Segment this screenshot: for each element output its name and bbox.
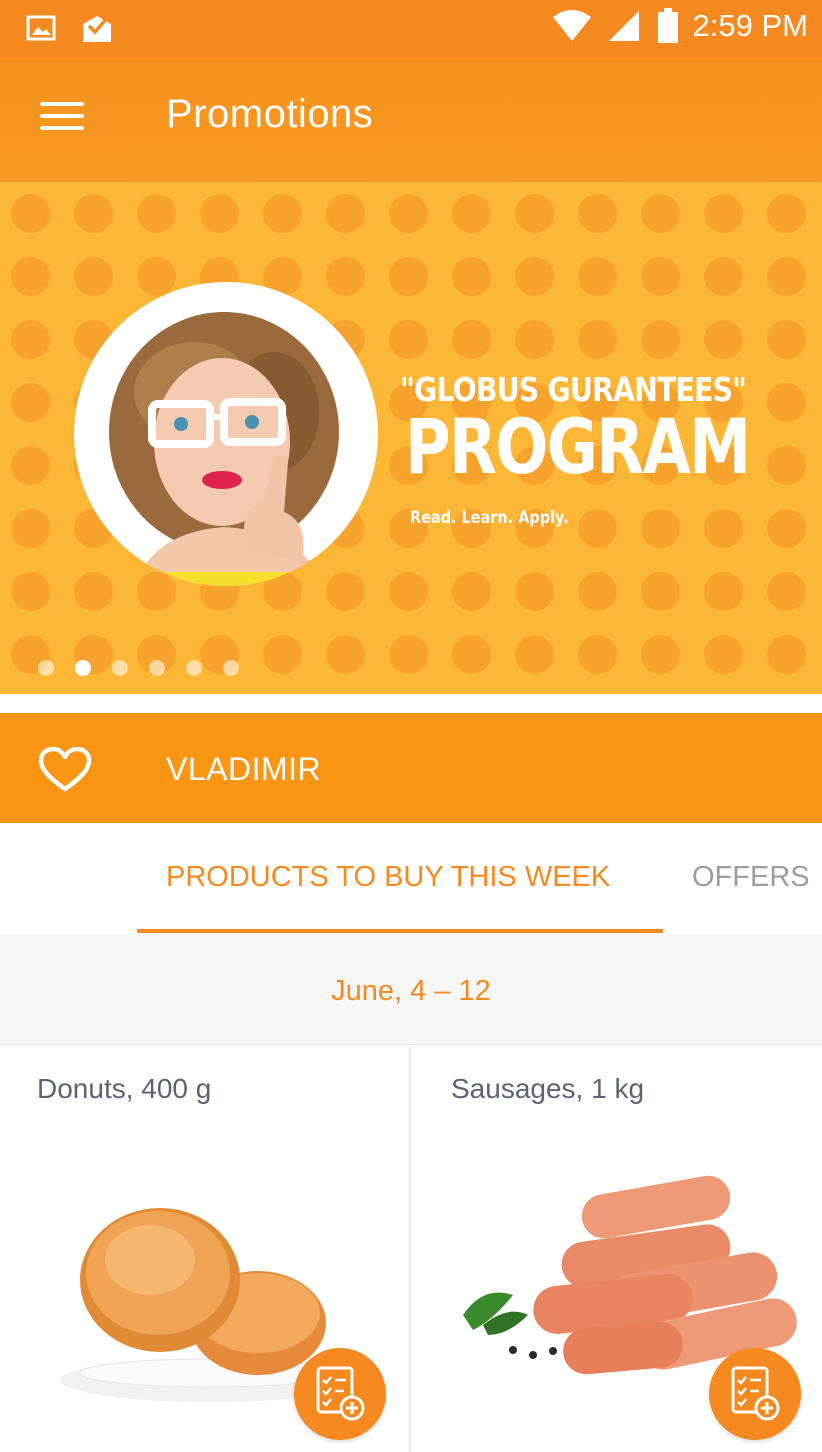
carousel-dot[interactable] <box>186 660 202 676</box>
carousel-dot[interactable] <box>38 660 54 676</box>
carousel-dot[interactable] <box>149 660 165 676</box>
carousel-dot[interactable] <box>223 660 239 676</box>
add-to-list-icon[interactable] <box>294 1348 386 1440</box>
wifi-icon <box>552 10 591 41</box>
add-to-list-icon[interactable] <box>709 1348 801 1440</box>
promo-banner[interactable]: "GLOBUS GURANTEES" PROGRAM Read. Learn. … <box>0 182 822 694</box>
date-range: June, 4 – 12 <box>331 975 491 1007</box>
status-time: 2:59 PM <box>692 8 808 43</box>
promo-portrait-image <box>74 282 378 586</box>
store-bar: VLADIMIR <box>0 713 822 823</box>
signal-icon <box>608 11 639 41</box>
heart-outline-icon[interactable] <box>38 746 92 793</box>
battery-icon <box>657 8 678 43</box>
page-title: Promotions <box>166 92 374 136</box>
product-grid: Donuts, 400 g Sausages, 1 kg <box>0 1045 822 1452</box>
carousel-dot[interactable] <box>112 660 128 676</box>
tab-active-indicator <box>137 929 663 933</box>
status-left-icons <box>26 12 114 44</box>
image-icon <box>26 15 56 41</box>
hamburger-menu-icon[interactable] <box>40 102 88 138</box>
status-right-icons: 2:59 PM <box>551 8 808 44</box>
status-bar: 2:59 PM <box>0 0 822 58</box>
banner-title: PROGRAM <box>405 402 751 491</box>
banner-tagline: Read. Learn. Apply. <box>410 508 569 528</box>
app-bar: Promotions <box>0 58 822 182</box>
product-card-sausages[interactable]: Sausages, 1 kg <box>413 1045 822 1452</box>
carousel-dot-active[interactable] <box>75 660 91 676</box>
tab-bar: PRODUCTS TO BUY THIS WEEK OFFERS <box>0 823 822 935</box>
store-name[interactable]: VLADIMIR <box>166 751 321 788</box>
product-name: Donuts, 400 g <box>37 1073 212 1104</box>
date-range-row: June, 4 – 12 <box>0 935 822 1045</box>
product-name: Sausages, 1 kg <box>451 1073 645 1104</box>
product-card-donuts[interactable]: Donuts, 400 g <box>0 1045 411 1452</box>
tab-offers[interactable]: OFFERS <box>692 861 810 894</box>
mail-check-icon <box>83 16 111 42</box>
carousel-indicators <box>38 660 239 676</box>
tab-products-this-week[interactable]: PRODUCTS TO BUY THIS WEEK <box>166 861 610 894</box>
